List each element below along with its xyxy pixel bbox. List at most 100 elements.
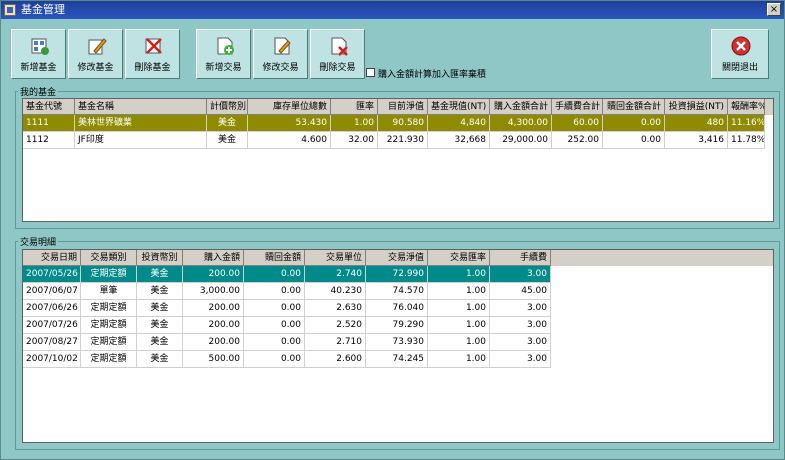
table-cell: 4,300.00 [490,115,552,132]
edit-trade-icon [271,35,293,57]
table-cell: 2.710 [305,334,366,351]
column-header[interactable]: 交易淨值 [366,250,428,266]
app-icon [4,4,16,16]
table-cell: 4,840 [428,115,490,132]
table-cell: 2.630 [305,300,366,317]
column-header[interactable]: 交易類別 [81,250,137,266]
table-row[interactable]: 2007/10/02 定期定額 美金 500.00 0.00 2.600 74.245 1.0… [23,351,773,368]
add-fund-button[interactable]: 新增基金 [11,29,66,79]
column-header[interactable]: 投資幣別 [137,250,183,266]
table-cell: 500.00 [183,351,244,368]
delete-trade-button[interactable]: 刪除交易 [310,29,365,79]
close-button[interactable]: × [767,3,781,16]
column-header[interactable]: 報酬率% [728,99,765,115]
table-cell: 74.245 [366,351,428,368]
table-cell: 2007/06/07 [23,283,81,300]
table-row[interactable]: 1112 JF印度 美金 4.600 32.00 221.930 32,668 29,000.… [23,132,773,149]
column-header[interactable]: 交易單位 [305,250,366,266]
table-cell: 1.00 [428,283,490,300]
table-cell: 0.00 [244,334,305,351]
funds-table-header: 基金代號 基金名稱 計價幣別 庫存單位總數 匯率 目前淨值 基金現值(NT) 購入金額合計 手續… [23,99,773,115]
column-header[interactable]: 計價幣別 [207,99,248,115]
table-cell: 60.00 [552,115,603,132]
table-cell: 1.00 [428,351,490,368]
table-row[interactable]: 2007/05/26 定期定額 美金 200.00 0.00 2.740 72.990 1.0… [23,266,773,283]
table-cell: 2007/10/02 [23,351,81,368]
table-row[interactable]: 2007/06/26 定期定額 美金 200.00 0.00 2.630 76.040 1.0… [23,300,773,317]
table-cell: 4.600 [248,132,331,149]
table-cell: 0.00 [603,132,665,149]
table-cell: 美金 [137,317,183,334]
table-cell: 2007/08/27 [23,334,81,351]
column-header[interactable]: 購入金額合計 [490,99,552,115]
edit-fund-icon [86,35,108,57]
table-row[interactable]: 2007/07/26 定期定額 美金 200.00 0.00 2.520 79.290 1.0… [23,317,773,334]
column-header[interactable]: 目前淨值 [378,99,428,115]
table-cell: 90.580 [378,115,428,132]
table-cell: 定期定額 [81,351,137,368]
table-cell: 200.00 [183,300,244,317]
table-cell: 美金 [137,351,183,368]
table-cell: 美林世界礦業 [75,115,207,132]
column-header[interactable]: 基金代號 [23,99,75,115]
table-cell: JF印度 [75,132,207,149]
column-header[interactable]: 購入金額 [183,250,244,266]
table-cell: 1.00 [428,300,490,317]
trades-table[interactable]: 交易日期 交易類別 投資幣別 購入金額 贖回金額 交易單位 交易淨值 交易匯率 手續費 2007… [22,249,774,443]
table-cell: 11.16% [728,115,765,132]
add-trade-icon [214,35,236,57]
column-header[interactable]: 贖回金額 [244,250,305,266]
window-title: 基金管理 [21,3,65,16]
column-header[interactable]: 基金名稱 [75,99,207,115]
checkbox-box[interactable] [366,68,375,77]
column-header[interactable]: 庫存單位總數 [248,99,331,115]
delete-fund-button[interactable]: 刪除基金 [125,29,180,79]
table-cell: 1.00 [428,266,490,283]
table-cell: 3,416 [665,132,728,149]
table-cell: 0.00 [244,351,305,368]
table-cell: 29,000.00 [490,132,552,149]
table-row[interactable]: 2007/08/27 定期定額 美金 200.00 0.00 2.710 73.930 1.0… [23,334,773,351]
edit-fund-button[interactable]: 修改基金 [68,29,123,79]
table-cell: 0.00 [244,317,305,334]
table-cell: 3.00 [490,266,551,283]
table-cell: 221.930 [378,132,428,149]
table-cell: 美金 [137,283,183,300]
table-cell: 200.00 [183,266,244,283]
column-header[interactable]: 投資損益(NT) [665,99,728,115]
table-cell: 1111 [23,115,75,132]
table-cell: 美金 [207,115,248,132]
column-header[interactable]: 手續費 [490,250,551,266]
edit-trade-button[interactable]: 修改交易 [253,29,308,79]
table-cell: 3.00 [490,334,551,351]
table-cell: 53.430 [248,115,331,132]
table-row[interactable]: 1111 美林世界礦業 美金 53.430 1.00 90.580 4,840 4,300.0… [23,115,773,132]
column-header[interactable]: 贖回金額合計 [603,99,665,115]
add-trade-button[interactable]: 新增交易 [196,29,251,79]
table-cell: 73.930 [366,334,428,351]
table-row[interactable]: 2007/06/07 單筆 美金 3,000.00 0.00 40.230 74.570 1.… [23,283,773,300]
table-cell: 74.570 [366,283,428,300]
fund-manager-window: 基金管理 × 新增基金 修改基金 刪除基金 新增交易 修改交易 刪除交易 關閉退… [0,0,785,460]
table-cell: 定期定額 [81,300,137,317]
table-cell: 3.00 [490,317,551,334]
table-cell: 40.230 [305,283,366,300]
table-cell: 252.00 [552,132,603,149]
table-cell: 定期定額 [81,266,137,283]
table-cell: 0.00 [603,115,665,132]
table-cell: 0.00 [244,300,305,317]
table-cell: 美金 [137,266,183,283]
table-cell: 0.00 [244,266,305,283]
exit-button[interactable]: 關閉退出 [711,29,769,79]
column-header[interactable]: 交易日期 [23,250,81,266]
funds-table[interactable]: 基金代號 基金名稱 計價幣別 庫存單位總數 匯率 目前淨值 基金現值(NT) 購入金額合計 手續… [22,98,774,222]
column-header[interactable]: 手續費合計 [552,99,603,115]
column-header[interactable]: 匯率 [331,99,378,115]
trades-table-header: 交易日期 交易類別 投資幣別 購入金額 贖回金額 交易單位 交易淨值 交易匯率 手續費 [23,250,773,266]
column-header[interactable]: 基金現值(NT) [428,99,490,115]
column-header[interactable]: 交易匯率 [428,250,490,266]
table-cell: 11.78% [728,132,765,149]
table-cell: 美金 [207,132,248,149]
table-cell: 定期定額 [81,317,137,334]
table-cell: 480 [665,115,728,132]
